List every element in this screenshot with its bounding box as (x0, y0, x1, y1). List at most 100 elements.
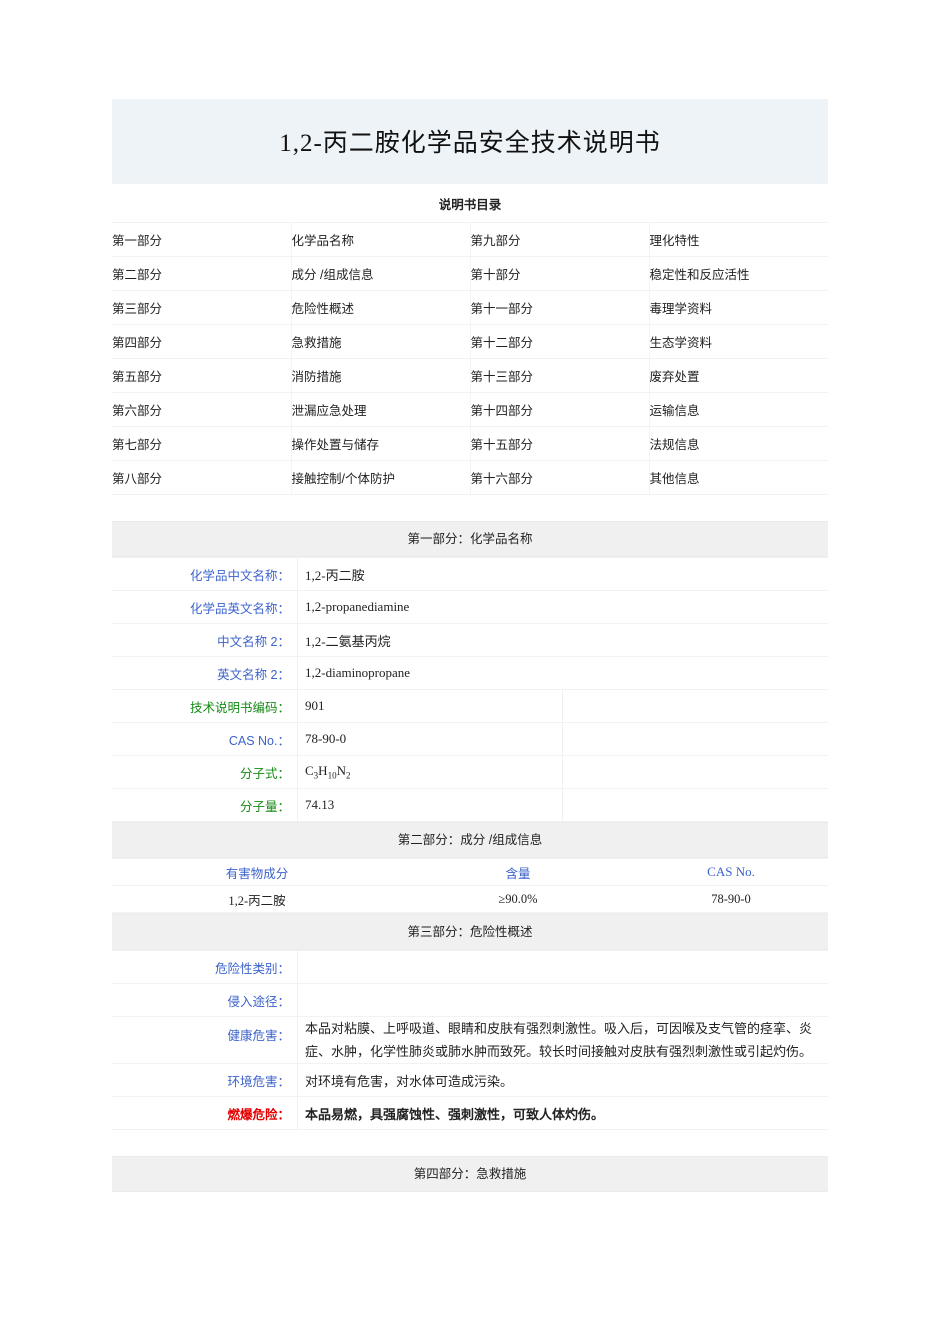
field-label-en-name: 化学品英文名称： (112, 590, 298, 624)
document-title-band: 1,2-丙二胺化学品安全技术说明书 (112, 99, 828, 183)
field-label-invasion-route: 侵入途径： (112, 983, 298, 1017)
formula-subscript-h: 10 (327, 770, 337, 781)
field-label-en-name2: 英文名称 2： (112, 656, 298, 690)
table-row: 化学品中文名称： 1,2-丙二胺 (112, 557, 828, 591)
field-label-cn-name: 化学品中文名称： (112, 557, 298, 591)
toc-part-name: 稳定性和反应活性 (648, 256, 828, 291)
table-row: 中文名称 2： 1,2-二氨基丙烷 (112, 623, 828, 657)
empty-cell (562, 788, 828, 822)
msds-page: 1,2-丙二胺化学品安全技术说明书 说明书目录 第一部分 化学品名称 第九部分 … (0, 0, 945, 1337)
toc-header-row: 说明书目录 (112, 183, 828, 223)
field-value-cn-name2: 1,2-二氨基丙烷 (297, 623, 828, 657)
toc-part-number: 第十一部分 (469, 290, 649, 325)
toc-part-name: 接触控制/个体防护 (290, 460, 470, 495)
field-value-invasion-route (297, 983, 828, 1017)
field-label-cn-name2: 中文名称 2： (112, 623, 298, 657)
table-row: 第五部分 消防措施 第十三部分 废弃处置 (112, 358, 828, 393)
toc-part-number: 第十部分 (469, 256, 649, 291)
toc-part-name: 生态学资料 (648, 324, 828, 359)
table-row: 健康危害： 本品对粘膜、上呼吸道、眼睛和皮肤有强烈刺激性。吸入后，可因喉及支气管… (112, 1016, 828, 1064)
field-value-en-name: 1,2-propanediamine (297, 590, 828, 624)
table-row: 分子式： C3H10N2 (112, 755, 828, 789)
empty-cell (562, 689, 828, 723)
toc-part-number: 第四部分 (112, 324, 291, 359)
field-label-fire-hazard: 燃爆危险： (112, 1096, 298, 1130)
table-row: 危险性类别： (112, 950, 828, 984)
field-value-env-hazard: 对环境有危害，对水体可造成污染。 (297, 1063, 828, 1097)
column-header-component: 有害物成分 (112, 858, 402, 886)
field-value-en-name2: 1,2-diaminopropane (297, 656, 828, 690)
table-row: 第二部分 成分 /组成信息 第十部分 稳定性和反应活性 (112, 256, 828, 291)
toc-part-number: 第十四部分 (469, 392, 649, 427)
field-label-cas-no: CAS No.： (112, 722, 298, 756)
toc-part-number: 第七部分 (112, 426, 291, 461)
formula-element-c: C (305, 763, 314, 779)
column-header-cas: CAS No. (634, 858, 828, 886)
field-value-cn-name: 1,2-丙二胺 (297, 557, 828, 591)
part1-table: 化学品中文名称： 1,2-丙二胺 化学品英文名称： 1,2-propanedia… (112, 557, 828, 822)
part2-table: 有害物成分 含量 CAS No. 1,2-丙二胺 ≥90.0% 78-90-0 (112, 858, 828, 913)
field-value-health-hazard: 本品对粘膜、上呼吸道、眼睛和皮肤有强烈刺激性。吸入后，可因喉及支气管的痉挛、炎症… (297, 1016, 828, 1064)
toc-part-name: 其他信息 (648, 460, 828, 495)
toc-part-number: 第一部分 (112, 222, 291, 257)
cell-content: ≥90.0% (402, 885, 634, 913)
toc-part-name: 泄漏应急处理 (290, 392, 470, 427)
section-header-part4: 第四部分：急救措施 (112, 1156, 828, 1192)
table-row: 环境危害： 对环境有危害，对水体可造成污染。 (112, 1063, 828, 1097)
toc-part-name: 运输信息 (648, 392, 828, 427)
toc-part-number: 第九部分 (469, 222, 649, 257)
table-row: 第四部分 急救措施 第十二部分 生态学资料 (112, 324, 828, 359)
table-row: 化学品英文名称： 1,2-propanediamine (112, 590, 828, 624)
toc-part-number: 第三部分 (112, 290, 291, 325)
field-value-doc-code: 901 (297, 689, 563, 723)
toc-part-name: 法规信息 (648, 426, 828, 461)
field-label-formula: 分子式： (112, 755, 298, 789)
section-header-part2: 第二部分：成分 /组成信息 (112, 822, 828, 858)
toc-part-name: 成分 /组成信息 (290, 256, 470, 291)
toc-table: 说明书目录 第一部分 化学品名称 第九部分 理化特性 第二部分 成分 /组成信息… (112, 183, 828, 495)
field-label-hazard-class: 危险性类别： (112, 950, 298, 984)
toc-part-number: 第八部分 (112, 460, 291, 495)
toc-part-name: 毒理学资料 (648, 290, 828, 325)
part2-wrapper: 有害物成分 含量 CAS No. 1,2-丙二胺 ≥90.0% 78-90-0 (112, 858, 828, 914)
toc-part-name: 理化特性 (648, 222, 828, 257)
toc-part-number: 第十三部分 (469, 358, 649, 393)
toc-part-name: 消防措施 (290, 358, 470, 393)
toc-part-name: 急救措施 (290, 324, 470, 359)
section-header-part1: 第一部分：化学品名称 (112, 521, 828, 557)
formula-element-h: H (318, 763, 328, 779)
table-row: 第一部分 化学品名称 第九部分 理化特性 (112, 222, 828, 257)
table-row: 燃爆危险： 本品易燃，具强腐蚀性、强刺激性，可致人体灼伤。 (112, 1096, 828, 1130)
part3-table: 危险性类别： 侵入途径： 健康危害： 本品对粘膜、上呼吸道、眼睛和皮肤有强烈刺激… (112, 950, 828, 1130)
field-value-mol-weight: 74.13 (297, 788, 563, 822)
cell-cas: 78-90-0 (634, 885, 828, 913)
toc-title: 说明书目录 (112, 183, 828, 223)
field-label-mol-weight: 分子量： (112, 788, 298, 822)
column-header-content: 含量 (402, 858, 634, 886)
msds-document: 1,2-丙二胺化学品安全技术说明书 说明书目录 第一部分 化学品名称 第九部分 … (112, 99, 828, 1192)
toc-part-number: 第六部分 (112, 392, 291, 427)
table-row: CAS No.： 78-90-0 (112, 722, 828, 756)
toc-part-name: 危险性概述 (290, 290, 470, 325)
field-label-health-hazard: 健康危害： (112, 1016, 298, 1064)
table-row: 第七部分 操作处置与储存 第十五部分 法规信息 (112, 426, 828, 461)
field-label-env-hazard: 环境危害： (112, 1063, 298, 1097)
table-row: 技术说明书编码： 901 (112, 689, 828, 723)
empty-cell (562, 722, 828, 756)
page-title: 1,2-丙二胺化学品安全技术说明书 (279, 130, 661, 157)
table-header-row: 有害物成分 含量 CAS No. (112, 858, 828, 886)
toc-part-name: 操作处置与储存 (290, 426, 470, 461)
toc-part-name: 废弃处置 (648, 358, 828, 393)
field-label-doc-code: 技术说明书编码： (112, 689, 298, 723)
table-row: 侵入途径： (112, 983, 828, 1017)
toc-part-number: 第十五部分 (469, 426, 649, 461)
table-row: 第八部分 接触控制/个体防护 第十六部分 其他信息 (112, 460, 828, 495)
field-value-hazard-class (297, 950, 828, 984)
toc-part-number: 第五部分 (112, 358, 291, 393)
toc-part-number: 第二部分 (112, 256, 291, 291)
field-value-formula: C3H10N2 (297, 755, 563, 789)
cell-component: 1,2-丙二胺 (112, 885, 402, 913)
formula-subscript-n: 2 (345, 770, 351, 781)
